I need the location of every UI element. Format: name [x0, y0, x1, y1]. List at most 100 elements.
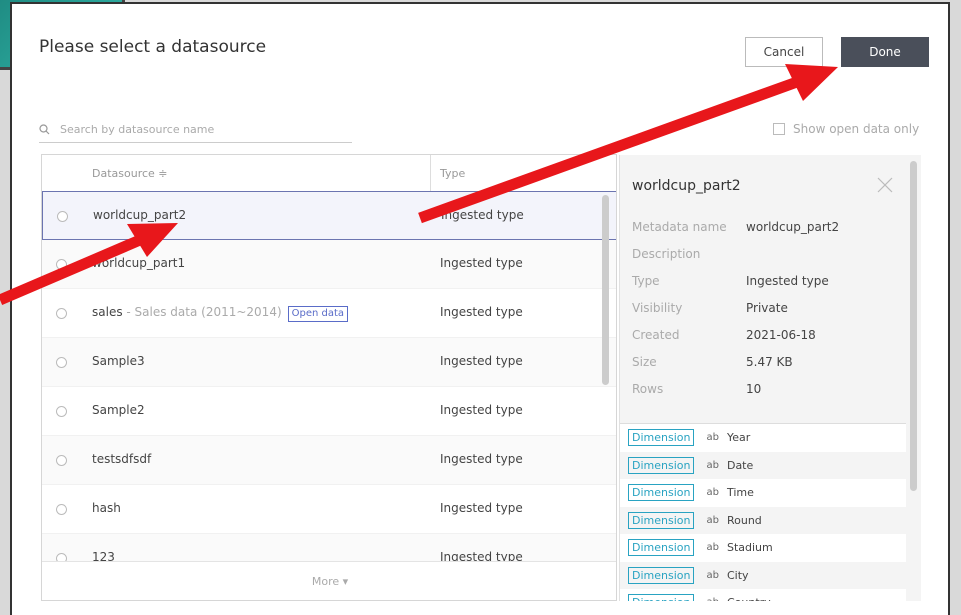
- datasource-name-text: worldcup_part2: [93, 208, 187, 222]
- metadata-row: Rows 10: [632, 382, 839, 409]
- table-row[interactable]: Sample2 Ingested type: [42, 387, 616, 436]
- column-role-badge: Dimension: [628, 594, 695, 601]
- datasource-name-text: hash: [92, 501, 121, 515]
- string-type-icon: ab: [706, 542, 719, 554]
- metadata-row: Type Ingested type: [632, 274, 839, 301]
- metadata-key: Size: [632, 355, 657, 369]
- datasource-select-modal: Please select a datasource Cancel Done S…: [10, 2, 950, 615]
- row-datasource-name: testsdfsdf: [92, 452, 151, 466]
- column-name: Stadium: [726, 541, 773, 555]
- datasource-name-text: Sample2: [92, 403, 145, 417]
- row-datasource-name: worldcup_part2: [93, 208, 186, 222]
- datasource-name-text: sales: [92, 305, 123, 319]
- metadata-value: Private: [746, 301, 788, 315]
- table-row[interactable]: sales - Sales data (2011~2014) Open data I…: [42, 289, 616, 338]
- datasource-name-text: worldcup_part1: [92, 256, 186, 270]
- column-name: Round: [726, 513, 762, 527]
- search-input[interactable]: [58, 121, 342, 137]
- row-type: Ingested type: [440, 256, 523, 270]
- column-header-datasource[interactable]: Datasource ≑: [92, 167, 168, 180]
- metadata-key: Description: [632, 247, 701, 261]
- table-row[interactable]: Sample3 Ingested type: [42, 338, 616, 387]
- table-row[interactable]: hash Ingested type: [42, 485, 616, 534]
- column-row: Dimension ab Time: [620, 479, 906, 507]
- more-button[interactable]: More ▾: [42, 561, 616, 600]
- metadata-row: Visibility Private: [632, 301, 839, 328]
- detail-title: worldcup_part2: [632, 178, 741, 194]
- metadata-value: Ingested type: [746, 274, 829, 288]
- column-name: Country: [727, 596, 771, 601]
- metadata-row: Metadata name worldcup_part2: [632, 220, 839, 247]
- table-scrollbar[interactable]: [602, 195, 609, 385]
- row-type: Ingested type: [440, 501, 523, 515]
- datasource-detail-panel: worldcup_part2 Metadata name worldcup_par…: [619, 155, 921, 601]
- table-row[interactable]: worldcup_part1 Ingested type: [42, 240, 616, 289]
- metadata-key: Created: [632, 328, 680, 342]
- row-type: Ingested type: [440, 305, 523, 319]
- column-name: Date: [726, 458, 754, 472]
- metadata-value: 5.47 KB: [746, 355, 793, 369]
- column-role-badge: Dimension: [628, 429, 695, 447]
- metadata-list: Metadata name worldcup_part2 Description Ty…: [632, 220, 839, 409]
- datasource-description: - Sales data (2011~2014): [122, 305, 282, 319]
- row-radio[interactable]: [56, 504, 67, 515]
- row-datasource-name: Sample2: [92, 403, 145, 417]
- search-box: [39, 116, 352, 143]
- row-datasource-name: sales - Sales data (2011~2014) Open data: [92, 305, 349, 322]
- row-radio[interactable]: [56, 357, 67, 368]
- open-data-only-toggle[interactable]: Show open data only: [773, 122, 919, 136]
- datasource-name-text: testsdfsdf: [92, 452, 152, 466]
- column-role-badge: Dimension: [628, 484, 695, 502]
- done-button[interactable]: Done: [841, 37, 929, 67]
- column-divider: [430, 155, 431, 191]
- column-role-badge: Dimension: [628, 566, 695, 584]
- string-type-icon: ab: [706, 487, 719, 499]
- metadata-key: Rows: [632, 382, 664, 396]
- open-data-only-checkbox[interactable]: [773, 123, 785, 135]
- row-type: Ingested type: [440, 403, 523, 417]
- datasource-table: Datasource ≑ Type worldcup_part2 Ingested…: [41, 154, 617, 601]
- open-data-badge: Open data: [287, 306, 349, 322]
- column-role-badge: Dimension: [628, 511, 695, 529]
- column-role-badge: Dimension: [628, 456, 695, 474]
- table-row[interactable]: worldcup_part2 Ingested type: [42, 191, 616, 240]
- metadata-value: worldcup_part2: [746, 220, 840, 234]
- table-row[interactable]: testsdfsdf Ingested type: [42, 436, 616, 485]
- column-role-badge: Dimension: [628, 539, 695, 557]
- column-row: Dimension ab Round: [620, 507, 906, 535]
- search-icon: [39, 123, 50, 134]
- row-type: Ingested type: [441, 208, 524, 222]
- metadata-key: Type: [632, 274, 660, 288]
- column-row: Dimension ab Country: [620, 589, 906, 601]
- row-radio[interactable]: [56, 308, 67, 319]
- column-list: Dimension ab Year Dimension ab Date Dimension a…: [620, 423, 906, 601]
- column-name: Year: [726, 431, 751, 445]
- datasource-name-text: Sample3: [92, 354, 145, 368]
- row-type: Ingested type: [440, 452, 523, 466]
- column-row: Dimension ab City: [620, 562, 906, 590]
- open-data-only-label: Show open data only: [793, 122, 920, 136]
- row-datasource-name: hash: [92, 501, 121, 515]
- row-radio[interactable]: [56, 455, 67, 466]
- column-row: Dimension ab Date: [620, 452, 906, 480]
- string-type-icon: ab: [706, 514, 719, 526]
- column-name: Time: [726, 486, 754, 500]
- detail-scrollbar[interactable]: [910, 161, 917, 491]
- row-type: Ingested type: [440, 354, 523, 368]
- metadata-row: Created 2021-06-18: [632, 328, 839, 355]
- row-datasource-name: worldcup_part1: [92, 256, 185, 270]
- string-type-icon: ab: [706, 569, 719, 581]
- row-radio[interactable]: [56, 259, 67, 270]
- modal-title: Please select a datasource: [39, 37, 267, 57]
- close-icon[interactable]: [877, 177, 893, 193]
- row-radio[interactable]: [56, 406, 67, 417]
- row-datasource-name: Sample3: [92, 354, 145, 368]
- row-radio[interactable]: [57, 211, 68, 222]
- column-row: Dimension ab Year: [620, 424, 906, 452]
- string-type-icon: ab: [706, 432, 719, 444]
- metadata-key: Metadata name: [632, 220, 727, 234]
- column-row: Dimension ab Stadium: [620, 534, 906, 562]
- cancel-button[interactable]: Cancel: [745, 37, 823, 67]
- string-type-icon: ab: [706, 597, 718, 601]
- metadata-key: Visibility: [632, 301, 683, 315]
